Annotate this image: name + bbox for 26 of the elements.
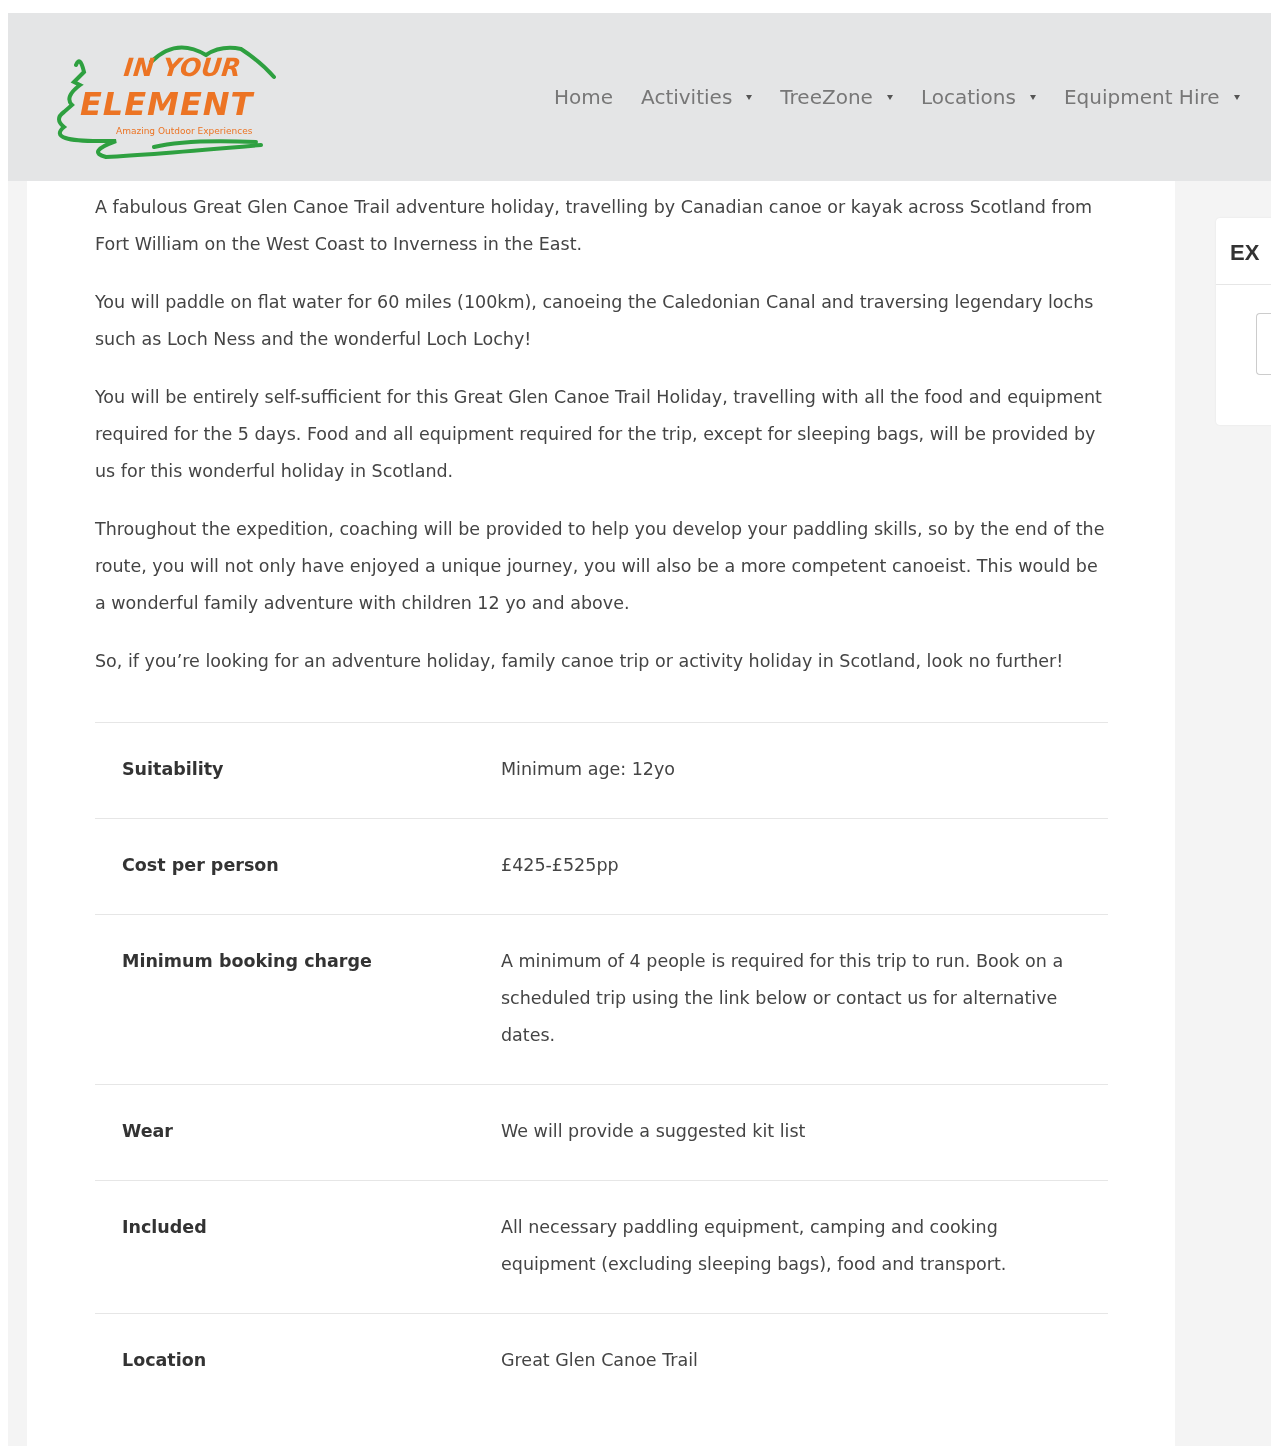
detail-value: Minimum age: 12yo — [474, 722, 1108, 819]
logo-text: ELEMENT — [80, 85, 254, 123]
sidebar-heading: EX — [1216, 218, 1271, 285]
paragraph: A fabulous Great Glen Canoe Trail adventure holiday, travelling by Canadian canoe or kayak across Scotland from Fort William on the West Coast to Inverness in the East. — [95, 196, 1094, 256]
detail-value: All necessary paddling equipment, camping and cooking equipment (excluding sleeping bags), food and transport. — [474, 1180, 1108, 1314]
nav-link[interactable]: Activities — [627, 85, 767, 109]
paragraph: You will be entirely self-sufficient for this Great Glen Canoe Trail Holiday, travelling with all the food and equipment required for the 5 days. Food and all equipment required for the trip, except for sleeping bags, will be provided by us for this wonderful holiday in Scotland. — [95, 386, 1103, 483]
detail-value: Great Glen Canoe Trail — [474, 1313, 1108, 1409]
paragraph: So, if you’re looking for an adventure holiday, family canoe trip or activity holiday in Scotland, look no further! — [95, 650, 1065, 673]
detail-label: Cost per person — [95, 818, 474, 915]
paragraph: Throughout the expedition, coaching will be provided to help you develop your paddling skills, so by the end of the route, you will not only have enjoyed a unique journey, you will also be a more competent canoeist. This would be a wonderful family adventure with children 12 yo and above. — [95, 518, 1106, 615]
nav-link[interactable]: Equipment Hire — [1049, 85, 1254, 109]
paragraph: You will paddle on flat water for 60 miles (100km), canoeing the Caledonian Canal and traversing legendary lochs such as Loch Ness and the wonderful Loch Lochy! — [95, 291, 1095, 351]
detail-value: A minimum of 4 people is required for this trip to run. Book on a scheduled trip using the link below or contact us for alternative dates. — [474, 914, 1108, 1085]
detail-label: Wear — [95, 1084, 474, 1181]
detail-label: Suitability — [95, 722, 474, 819]
nav-link[interactable]: Home — [540, 85, 628, 109]
detail-value: We will provide a suggested kit list — [474, 1084, 1108, 1181]
nav-link[interactable]: TreeZone — [766, 85, 907, 109]
logo-text: IN YOUR — [122, 53, 243, 82]
detail-label: Location — [95, 1313, 474, 1409]
detail-label: Minimum booking charge — [95, 914, 474, 1085]
nav-link[interactable]: Locations — [906, 85, 1050, 109]
detail-value: £425-£525pp — [474, 818, 1108, 915]
logo-tagline: Amazing Outdoor Experiences — [116, 126, 253, 136]
detail-label: Included — [95, 1180, 474, 1314]
